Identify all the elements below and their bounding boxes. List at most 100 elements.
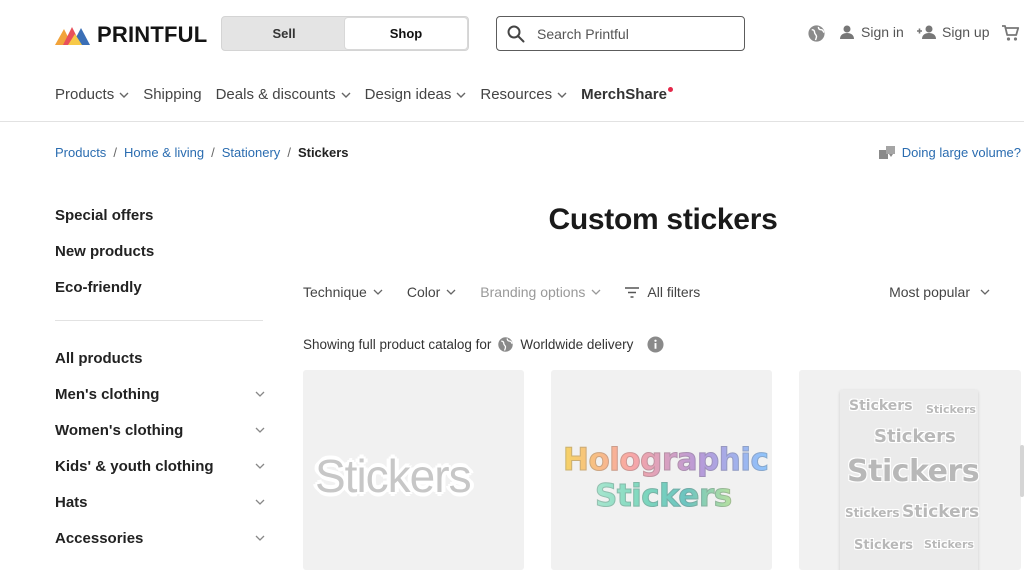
product-image-text: Holographic [562,442,769,479]
sidebar-item-label: New products [55,242,155,260]
sidebar-item-label: Women's clothing [55,421,184,439]
product-image-text: Stickers [315,450,472,502]
sheet-sticker-text: Stickers [845,506,900,520]
sheet-sticker-text: Stickers [847,454,980,489]
chevron-down-icon [557,92,567,98]
sidebar-item-accessories[interactable]: Accessories [55,520,265,556]
nav-resources[interactable]: Resources [480,86,567,103]
nav-merchshare[interactable]: MerchShare [581,86,673,103]
sidebar-item-hats[interactable]: Hats [55,484,265,520]
sidebar-item-label: Hats [55,493,88,511]
sticker-sheet-image: Stickers Stickers Stickers Stickers Stic… [840,390,980,570]
globe-icon[interactable] [807,24,826,43]
sidebar-item-label: All products [55,349,143,367]
product-card-holographic-stickers[interactable]: Holographic Stickers [551,370,772,570]
breadcrumb-separator: / [287,145,291,160]
filter-branding-label: Branding options [480,284,586,300]
breadcrumb-stationery[interactable]: Stationery [222,145,281,160]
nav-products[interactable]: Products [55,86,129,103]
sidebar-item-special-offers[interactable]: Special offers [55,197,265,233]
cart-button[interactable] [1001,24,1020,42]
nav-products-label: Products [55,86,115,103]
info-icon[interactable] [647,336,664,353]
nav-resources-label: Resources [480,86,553,103]
chevron-down-icon [255,427,265,433]
sheet-sticker-text: Stickers [924,538,974,551]
sidebar-item-new-products[interactable]: New products [55,233,265,269]
sidebar-item-label: Accessories [55,529,144,547]
delivery-region[interactable]: Worldwide delivery [520,337,633,352]
chevron-down-icon [255,535,265,541]
filter-lines-icon [625,286,640,298]
nav-shipping[interactable]: Shipping [143,86,201,103]
sidebar-item-mens-clothing[interactable]: Men's clothing [55,376,265,412]
sidebar-divider [55,320,263,321]
sign-up-link[interactable]: Sign up [917,24,989,40]
main-nav: Products Shipping Deals & discounts Desi… [55,86,681,103]
sheet-sticker-text: Stickers [854,538,914,553]
nav-deals-label: Deals & discounts [215,86,336,103]
large-volume-label: Doing large volume? [901,145,1021,160]
sidebar-item-label: Men's clothing [55,385,160,403]
chevron-down-icon [119,92,129,98]
sidebar-item-eco-friendly[interactable]: Eco-friendly [55,269,265,305]
header-divider [0,121,1024,122]
user-icon [840,25,854,39]
sort-label: Most popular [889,284,970,300]
breadcrumb-home-living[interactable]: Home & living [124,145,204,160]
sidebar-item-all-products[interactable]: All products [55,340,265,376]
search-box [496,16,745,51]
filter-color-label: Color [406,284,441,300]
brand-name: PRINTFUL [97,22,208,47]
sell-tab[interactable]: Sell [222,17,346,50]
nav-design-ideas-label: Design ideas [364,86,452,103]
sheet-sticker-text: Stickers [849,398,913,414]
sell-shop-toggle: Sell Shop [221,16,469,51]
chevron-down-icon [446,289,456,295]
sidebar-item-womens-clothing[interactable]: Women's clothing [55,412,265,448]
sidebar-item-label: Special offers [55,206,154,224]
sidebar-item-label: Kids' & youth clothing [55,457,214,475]
page-title: Custom stickers [548,203,778,236]
filter-branding-options[interactable]: Branding options [480,284,601,300]
filter-technique[interactable]: Technique [303,284,383,300]
sheet-sticker-text: Stickers [874,426,956,447]
shop-tab[interactable]: Shop [345,18,467,49]
large-volume-link[interactable]: Doing large volume? [878,145,1021,160]
search-icon [507,25,525,42]
sign-in-link[interactable]: Sign in [839,24,904,40]
product-image-text: Stickers [595,478,733,515]
printful-logo[interactable]: PRINTFUL [55,22,207,48]
breadcrumb-separator: / [211,145,215,160]
product-card-stickers[interactable]: Stickers [303,370,524,570]
breadcrumb: Products / Home & living / Stationery / … [55,145,349,160]
search-input[interactable] [537,25,717,42]
chevron-down-icon [591,289,601,295]
sort-dropdown[interactable]: Most popular [889,284,990,300]
chevron-down-icon [255,391,265,397]
nav-design-ideas[interactable]: Design ideas [365,86,467,103]
breadcrumb-products[interactable]: Products [55,145,106,160]
breadcrumb-separator: / [113,145,117,160]
carousel-scroll-indicator[interactable] [1020,445,1024,497]
sheet-sticker-text: Stickers [926,403,976,416]
chevron-down-icon [255,499,265,505]
all-filters-label: All filters [647,284,701,300]
breadcrumb-current: Stickers [297,145,349,160]
filter-technique-label: Technique [303,284,367,300]
nav-merchshare-label: MerchShare [581,86,667,103]
all-filters-button[interactable]: All filters [625,284,700,300]
chevron-down-icon [456,92,466,98]
add-user-icon [917,25,936,39]
chevron-down-icon [255,463,265,469]
sidebar-item-kids-youth-clothing[interactable]: Kids' & youth clothing [55,448,265,484]
volume-boxes-icon [878,146,895,159]
product-card-sticker-sheet[interactable]: Stickers Stickers Stickers Stickers Stic… [799,370,1021,570]
filter-color[interactable]: Color [407,284,456,300]
globe-icon [498,337,514,352]
new-indicator-dot [667,87,673,92]
nav-deals[interactable]: Deals & discounts [216,86,351,103]
top-actions [807,24,826,43]
nav-shipping-label: Shipping [143,86,202,103]
catalog-info: Showing full product catalog for Worldwi… [303,336,664,353]
